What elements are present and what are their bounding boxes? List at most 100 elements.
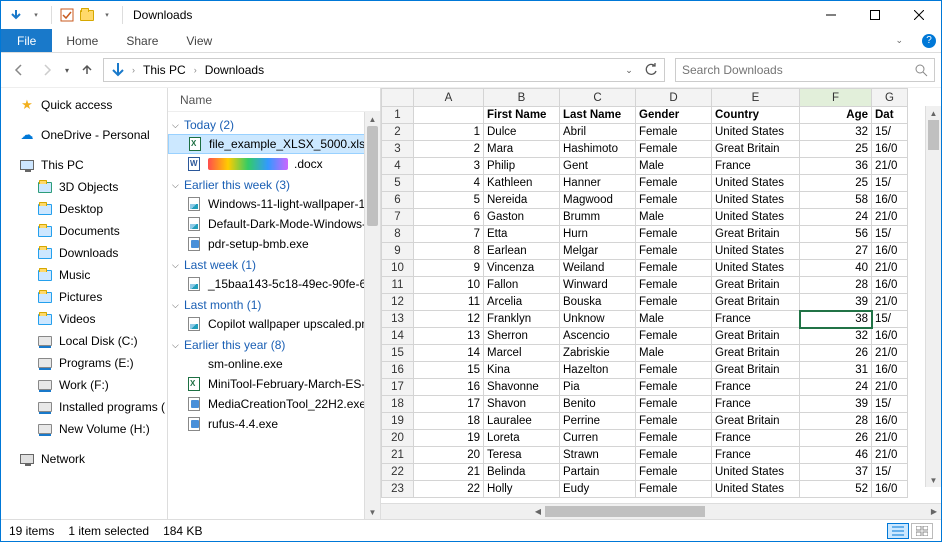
cell[interactable]: 15/ xyxy=(872,396,908,413)
expand-ribbon-icon[interactable]: ⌄ xyxy=(881,29,917,52)
cell[interactable]: Female xyxy=(636,481,712,498)
cell[interactable]: 15 xyxy=(414,362,484,379)
scrollbar-vertical[interactable]: ▲ ▼ xyxy=(364,112,380,519)
tab-view[interactable]: View xyxy=(172,29,226,52)
search-box[interactable] xyxy=(675,58,935,82)
cell[interactable]: Strawn xyxy=(560,447,636,464)
cell[interactable]: 38 xyxy=(800,311,872,328)
cell[interactable]: France xyxy=(712,158,800,175)
minimize-button[interactable] xyxy=(809,1,853,29)
scroll-down-icon[interactable]: ▼ xyxy=(365,505,380,519)
row-header[interactable]: 9 xyxy=(382,243,414,260)
cell[interactable]: Zabriskie xyxy=(560,345,636,362)
tree-onedrive[interactable]: ☁ OneDrive - Personal xyxy=(1,124,167,146)
tree-item[interactable]: Pictures xyxy=(1,286,167,308)
cell[interactable]: United States xyxy=(712,464,800,481)
cell[interactable]: 16 xyxy=(414,379,484,396)
cell[interactable]: Lauralee xyxy=(484,413,560,430)
file-item[interactable]: Copilot wallpaper upscaled.pn xyxy=(168,314,380,334)
cell[interactable]: 14 xyxy=(414,345,484,362)
cell[interactable]: Female xyxy=(636,430,712,447)
column-header-name[interactable]: Name xyxy=(168,88,380,112)
address-dropdown-icon[interactable]: ⌄ xyxy=(618,59,640,81)
cell[interactable]: First Name xyxy=(484,107,560,124)
cell[interactable]: 6 xyxy=(414,209,484,226)
details-view-button[interactable] xyxy=(887,523,909,539)
cell[interactable]: 4 xyxy=(414,175,484,192)
folder-icon[interactable] xyxy=(78,6,96,24)
cell[interactable]: United States xyxy=(712,175,800,192)
file-item[interactable]: sm-online.exe xyxy=(168,354,380,374)
refresh-button[interactable] xyxy=(640,59,662,81)
tree-item[interactable]: Documents xyxy=(1,220,167,242)
cell[interactable]: Sherron xyxy=(484,328,560,345)
cell[interactable]: Great Britain xyxy=(712,277,800,294)
thumbnails-view-button[interactable] xyxy=(911,523,933,539)
back-button[interactable] xyxy=(7,58,31,82)
cell[interactable]: 18 xyxy=(414,413,484,430)
chevron-right-icon[interactable]: › xyxy=(192,65,199,75)
tree-item[interactable]: Local Disk (C:) xyxy=(1,330,167,352)
cell[interactable]: 24 xyxy=(800,209,872,226)
cell[interactable]: Belinda xyxy=(484,464,560,481)
cell[interactable]: Holly xyxy=(484,481,560,498)
tree-item[interactable]: Work (F:) xyxy=(1,374,167,396)
down-arrow-icon[interactable] xyxy=(7,6,25,24)
up-button[interactable] xyxy=(75,58,99,82)
row-header[interactable]: 8 xyxy=(382,226,414,243)
cell[interactable]: 25 xyxy=(800,175,872,192)
column-header[interactable]: F xyxy=(800,89,872,107)
cell[interactable]: 27 xyxy=(800,243,872,260)
tree-item[interactable]: Downloads xyxy=(1,242,167,264)
file-group-header[interactable]: ⌵Today (2) xyxy=(168,114,380,134)
cell[interactable]: Gaston xyxy=(484,209,560,226)
cell[interactable]: Female xyxy=(636,413,712,430)
cell[interactable]: Kathleen xyxy=(484,175,560,192)
cell[interactable]: Eudy xyxy=(560,481,636,498)
cell[interactable]: Magwood xyxy=(560,192,636,209)
cell[interactable]: Female xyxy=(636,260,712,277)
file-group-header[interactable]: ⌵Last month (1) xyxy=(168,294,380,314)
row-header[interactable]: 7 xyxy=(382,209,414,226)
cell[interactable]: 15/ xyxy=(872,124,908,141)
row-header[interactable]: 2 xyxy=(382,124,414,141)
tree-item[interactable]: Installed programs ( xyxy=(1,396,167,418)
cell[interactable]: Male xyxy=(636,158,712,175)
cell[interactable]: Female xyxy=(636,226,712,243)
cell[interactable]: 58 xyxy=(800,192,872,209)
cell[interactable]: 11 xyxy=(414,294,484,311)
scrollbar-thumb[interactable] xyxy=(928,120,939,150)
row-header[interactable]: 22 xyxy=(382,464,414,481)
tab-home[interactable]: Home xyxy=(52,29,112,52)
cell[interactable]: Teresa xyxy=(484,447,560,464)
cell[interactable]: United States xyxy=(712,260,800,277)
cell[interactable]: 32 xyxy=(800,124,872,141)
scrollbar-thumb[interactable] xyxy=(545,506,705,517)
column-header[interactable]: A xyxy=(414,89,484,107)
column-header[interactable]: G xyxy=(872,89,908,107)
tree-network[interactable]: Network xyxy=(1,448,167,470)
cell[interactable]: Male xyxy=(636,209,712,226)
cell[interactable]: Female xyxy=(636,175,712,192)
cell[interactable]: Melgar xyxy=(560,243,636,260)
cell[interactable]: 15/ xyxy=(872,226,908,243)
scrollbar-thumb[interactable] xyxy=(367,126,378,226)
cell[interactable]: Hanner xyxy=(560,175,636,192)
row-header[interactable]: 11 xyxy=(382,277,414,294)
cell[interactable]: Country xyxy=(712,107,800,124)
row-header[interactable]: 5 xyxy=(382,175,414,192)
cell[interactable]: 40 xyxy=(800,260,872,277)
cell[interactable]: 7 xyxy=(414,226,484,243)
cell[interactable]: France xyxy=(712,430,800,447)
cell[interactable]: 52 xyxy=(800,481,872,498)
row-header[interactable]: 16 xyxy=(382,362,414,379)
file-item[interactable]: Default-Dark-Mode-Windows- xyxy=(168,214,380,234)
cell[interactable]: Mara xyxy=(484,141,560,158)
cell[interactable]: 46 xyxy=(800,447,872,464)
cell[interactable]: Hashimoto xyxy=(560,141,636,158)
file-item[interactable]: rufus-4.4.exe xyxy=(168,414,380,434)
cell[interactable]: Female xyxy=(636,192,712,209)
cell[interactable]: 21/0 xyxy=(872,294,908,311)
close-button[interactable] xyxy=(897,1,941,29)
cell[interactable]: Hurn xyxy=(560,226,636,243)
